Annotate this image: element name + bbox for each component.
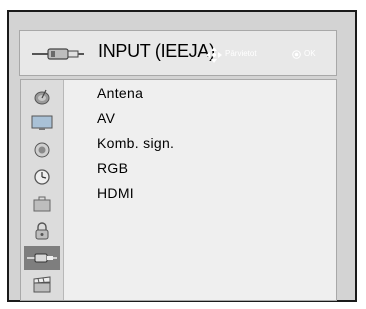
sidebar-item-lock[interactable] <box>26 220 58 242</box>
sidebar-item-antenna[interactable] <box>26 85 58 107</box>
ok-hint-label: OK <box>304 49 316 58</box>
sidebar-item-time[interactable] <box>26 166 58 188</box>
speaker-icon <box>34 142 50 158</box>
menu-item-antenna[interactable]: Antena <box>97 85 143 101</box>
clock-icon <box>34 169 50 185</box>
clapperboard-icon <box>33 276 51 293</box>
menu-item-hdmi[interactable]: HDMI <box>97 185 134 201</box>
page-title: INPUT (IEEJA) <box>98 41 215 61</box>
lock-icon <box>35 222 49 240</box>
menu-item-component[interactable]: Komb. sign. <box>97 135 174 151</box>
toolbox-icon <box>33 196 51 212</box>
navigation-arrows-icon <box>206 47 222 63</box>
sidebar-item-option[interactable] <box>26 193 58 215</box>
sidebar-item-input[interactable] <box>24 246 60 270</box>
satellite-dish-icon <box>34 89 50 105</box>
input-cable-icon <box>27 253 57 263</box>
sidebar-item-picture[interactable] <box>26 112 58 134</box>
sidebar-item-audio[interactable] <box>26 139 58 161</box>
navigate-hint-label: Pārvietot <box>225 49 257 58</box>
ok-button-icon <box>292 50 301 59</box>
sidebar-item-media[interactable] <box>26 274 58 296</box>
tv-menu-window: INPUT (IEEJA) Pārvietot OK Antena AV Kom… <box>7 10 357 302</box>
menu-item-rgb[interactable]: RGB <box>97 160 128 176</box>
menu-item-av[interactable]: AV <box>97 110 115 126</box>
sidebar <box>21 80 64 300</box>
menu-header: INPUT (IEEJA) Pārvietot OK <box>19 30 337 76</box>
menu-content: Antena AV Komb. sign. RGB HDMI <box>20 79 337 301</box>
input-cable-icon <box>32 48 84 60</box>
monitor-icon <box>31 115 53 130</box>
